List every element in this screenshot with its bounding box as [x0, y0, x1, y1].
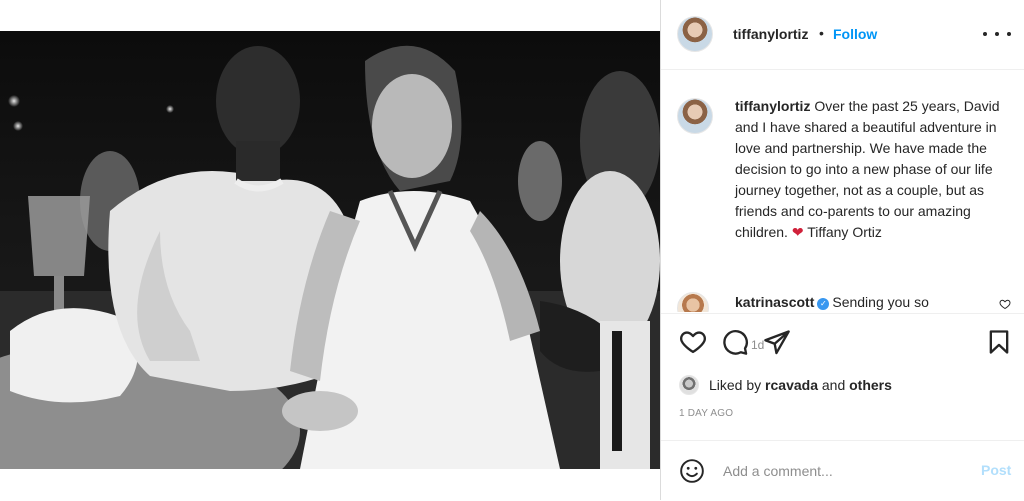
- author-username[interactable]: tiffanylortiz: [733, 26, 808, 42]
- author-avatar[interactable]: [677, 16, 713, 52]
- likes-others-link[interactable]: others: [849, 377, 892, 393]
- post-comment-button[interactable]: Post: [981, 462, 1011, 478]
- bookmark-icon[interactable]: [985, 328, 1013, 356]
- post-detail-panel: tiffanylortiz • Follow tiffanylortiz Ove…: [660, 0, 1024, 500]
- action-bar: [661, 313, 1024, 369]
- comment-item: katrinascott ✓ Sending you so: [677, 290, 1017, 312]
- comment-like-heart-icon[interactable]: [999, 298, 1011, 310]
- heart-icon[interactable]: [679, 328, 707, 356]
- liker-avatar[interactable]: [679, 375, 699, 395]
- likes-text: Liked by rcavada and others: [709, 377, 892, 393]
- comment-input[interactable]: [721, 459, 965, 483]
- caption-text: tiffanylortiz Over the past 25 years, Da…: [735, 96, 1021, 243]
- post-header: tiffanylortiz • Follow: [661, 0, 1024, 70]
- post-timestamp[interactable]: 1 DAY AGO: [679, 408, 733, 419]
- likes-prefix: Liked by: [709, 377, 762, 393]
- caption-avatar[interactable]: [677, 98, 713, 134]
- likes-summary: Liked by rcavada and others: [679, 372, 1019, 398]
- follow-button[interactable]: Follow: [833, 26, 877, 42]
- photo-illustration: [0, 45, 660, 469]
- comment-icon[interactable]: [721, 328, 749, 356]
- red-heart-emoji-icon: ❤: [791, 224, 804, 240]
- more-options-icon[interactable]: [983, 24, 1011, 44]
- commenter-avatar[interactable]: [677, 292, 709, 312]
- paper-plane-icon[interactable]: [763, 328, 791, 356]
- liker-username[interactable]: rcavada: [765, 377, 818, 393]
- comment-text: katrinascott ✓ Sending you so: [735, 294, 929, 310]
- add-comment-bar: Post: [661, 440, 1024, 501]
- comment-body: Sending you so: [832, 294, 929, 310]
- post-photo[interactable]: [0, 31, 660, 469]
- caption-username[interactable]: tiffanylortiz: [735, 98, 810, 114]
- commenter-username[interactable]: katrinascott: [735, 294, 814, 310]
- separator-dot: •: [819, 25, 824, 41]
- caption-signature: Tiffany Ortiz: [807, 224, 882, 240]
- likes-conjunction: and: [821, 377, 846, 393]
- emoji-icon[interactable]: [679, 458, 705, 484]
- verified-badge-icon: ✓: [817, 298, 830, 310]
- caption-body: Over the past 25 years, David and I have…: [735, 98, 1000, 240]
